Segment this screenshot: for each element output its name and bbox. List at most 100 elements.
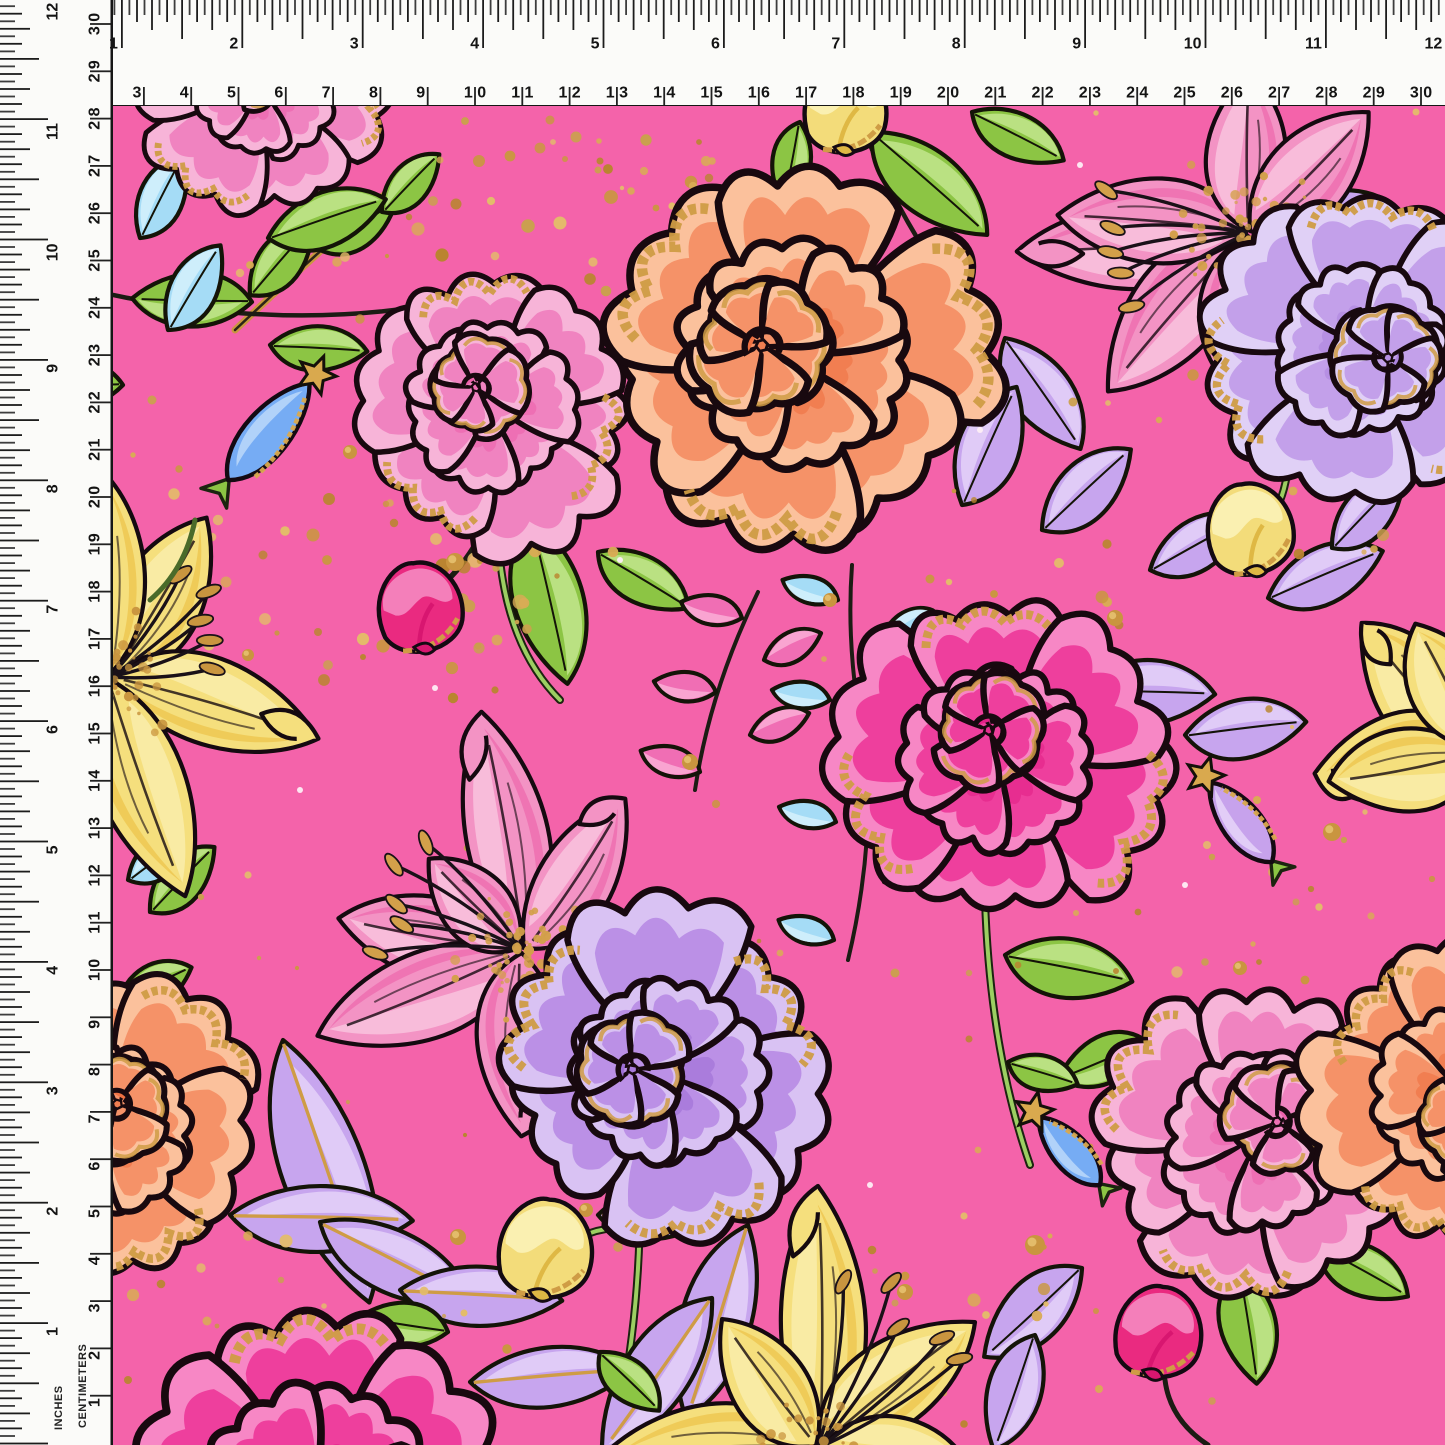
svg-text:3: 3 (87, 1304, 104, 1313)
svg-text:1: 1 (653, 85, 662, 102)
svg-text:6: 6 (711, 36, 720, 53)
svg-text:9: 9 (903, 85, 912, 102)
svg-text:5: 5 (87, 1209, 104, 1218)
svg-text:2: 2 (229, 36, 238, 53)
svg-text:2: 2 (87, 405, 104, 414)
svg-text:12: 12 (45, 3, 62, 21)
svg-text:4: 4 (180, 85, 189, 102)
svg-text:1: 1 (87, 688, 104, 697)
svg-text:1: 1 (87, 641, 104, 650)
svg-text:11: 11 (45, 123, 62, 140)
svg-text:1: 1 (748, 85, 757, 102)
svg-text:5: 5 (1187, 85, 1196, 102)
svg-text:1: 1 (87, 439, 104, 448)
svg-text:4: 4 (666, 85, 675, 102)
svg-text:10: 10 (45, 243, 62, 261)
svg-text:8: 8 (87, 107, 104, 116)
svg-text:1: 1 (109, 36, 118, 53)
svg-text:8: 8 (369, 85, 378, 102)
svg-text:3: 3 (87, 26, 104, 35)
svg-text:2: 2 (1173, 85, 1182, 102)
svg-text:9: 9 (45, 364, 62, 373)
svg-text:2: 2 (87, 499, 104, 508)
svg-text:CENTIMETERS: CENTIMETERS (77, 1344, 89, 1428)
svg-text:2: 2 (1126, 85, 1135, 102)
svg-text:7: 7 (87, 628, 104, 637)
svg-text:7: 7 (87, 155, 104, 164)
svg-text:0: 0 (87, 13, 104, 22)
svg-text:7: 7 (45, 605, 62, 614)
svg-text:9: 9 (1376, 85, 1385, 102)
svg-text:2: 2 (572, 85, 581, 102)
svg-text:9: 9 (87, 533, 104, 542)
svg-text:1: 1 (525, 85, 534, 102)
svg-text:2: 2 (87, 263, 104, 272)
svg-text:10: 10 (1184, 36, 1202, 53)
svg-text:2: 2 (1315, 85, 1324, 102)
svg-text:6: 6 (87, 675, 104, 684)
svg-text:1: 1 (87, 594, 104, 603)
svg-text:2: 2 (984, 85, 993, 102)
svg-text:1: 1 (87, 830, 104, 839)
svg-text:2: 2 (87, 73, 104, 82)
svg-text:4: 4 (87, 770, 104, 779)
svg-text:1: 1 (87, 925, 104, 934)
svg-text:2: 2 (1079, 85, 1088, 102)
svg-text:3: 3 (619, 85, 628, 102)
svg-text:0: 0 (477, 85, 486, 102)
svg-text:2: 2 (87, 215, 104, 224)
svg-text:2: 2 (937, 85, 946, 102)
svg-text:8: 8 (87, 1067, 104, 1076)
svg-text:2: 2 (1221, 85, 1230, 102)
svg-text:3: 3 (87, 344, 104, 353)
svg-text:7: 7 (808, 85, 817, 102)
svg-text:1: 1 (842, 85, 851, 102)
svg-text:4: 4 (87, 297, 104, 306)
svg-text:2: 2 (87, 864, 104, 873)
svg-text:1: 1 (87, 736, 104, 745)
svg-text:1: 1 (87, 912, 104, 921)
svg-text:2: 2 (87, 1351, 104, 1360)
svg-text:1: 1 (464, 85, 473, 102)
svg-text:7: 7 (322, 85, 331, 102)
svg-text:9: 9 (87, 60, 104, 69)
svg-text:6: 6 (87, 202, 104, 211)
svg-text:5: 5 (714, 85, 723, 102)
svg-text:2: 2 (87, 452, 104, 461)
svg-text:2: 2 (87, 357, 104, 366)
svg-text:1: 1 (558, 85, 567, 102)
svg-text:5: 5 (87, 722, 104, 731)
svg-text:3: 3 (1410, 85, 1419, 102)
svg-text:5: 5 (227, 85, 236, 102)
svg-text:2: 2 (87, 391, 104, 400)
svg-text:6: 6 (45, 725, 62, 734)
svg-text:5: 5 (45, 845, 62, 854)
svg-text:9: 9 (416, 85, 425, 102)
svg-text:1: 1 (890, 85, 899, 102)
svg-text:12: 12 (1425, 36, 1443, 53)
svg-text:0: 0 (87, 959, 104, 968)
svg-text:2: 2 (87, 310, 104, 319)
svg-text:7: 7 (87, 1114, 104, 1123)
svg-text:9: 9 (87, 1020, 104, 1029)
svg-text:INCHES: INCHES (53, 1385, 65, 1430)
svg-text:5: 5 (591, 36, 600, 53)
svg-text:1: 1 (45, 1327, 62, 1336)
svg-text:8: 8 (1329, 85, 1338, 102)
svg-text:9: 9 (1072, 36, 1081, 53)
svg-text:3: 3 (132, 85, 141, 102)
svg-text:2: 2 (45, 1207, 62, 1216)
svg-text:4: 4 (45, 966, 62, 975)
svg-text:1: 1 (606, 85, 615, 102)
svg-text:2: 2 (1268, 85, 1277, 102)
svg-text:4: 4 (470, 36, 479, 53)
svg-text:1: 1 (87, 1398, 104, 1407)
svg-text:0: 0 (87, 486, 104, 495)
svg-text:2: 2 (1363, 85, 1372, 102)
svg-text:2: 2 (87, 121, 104, 130)
svg-text:6: 6 (1234, 85, 1243, 102)
svg-text:2: 2 (87, 168, 104, 177)
svg-text:7: 7 (1281, 85, 1290, 102)
svg-text:8: 8 (87, 580, 104, 589)
svg-text:1: 1 (87, 546, 104, 555)
